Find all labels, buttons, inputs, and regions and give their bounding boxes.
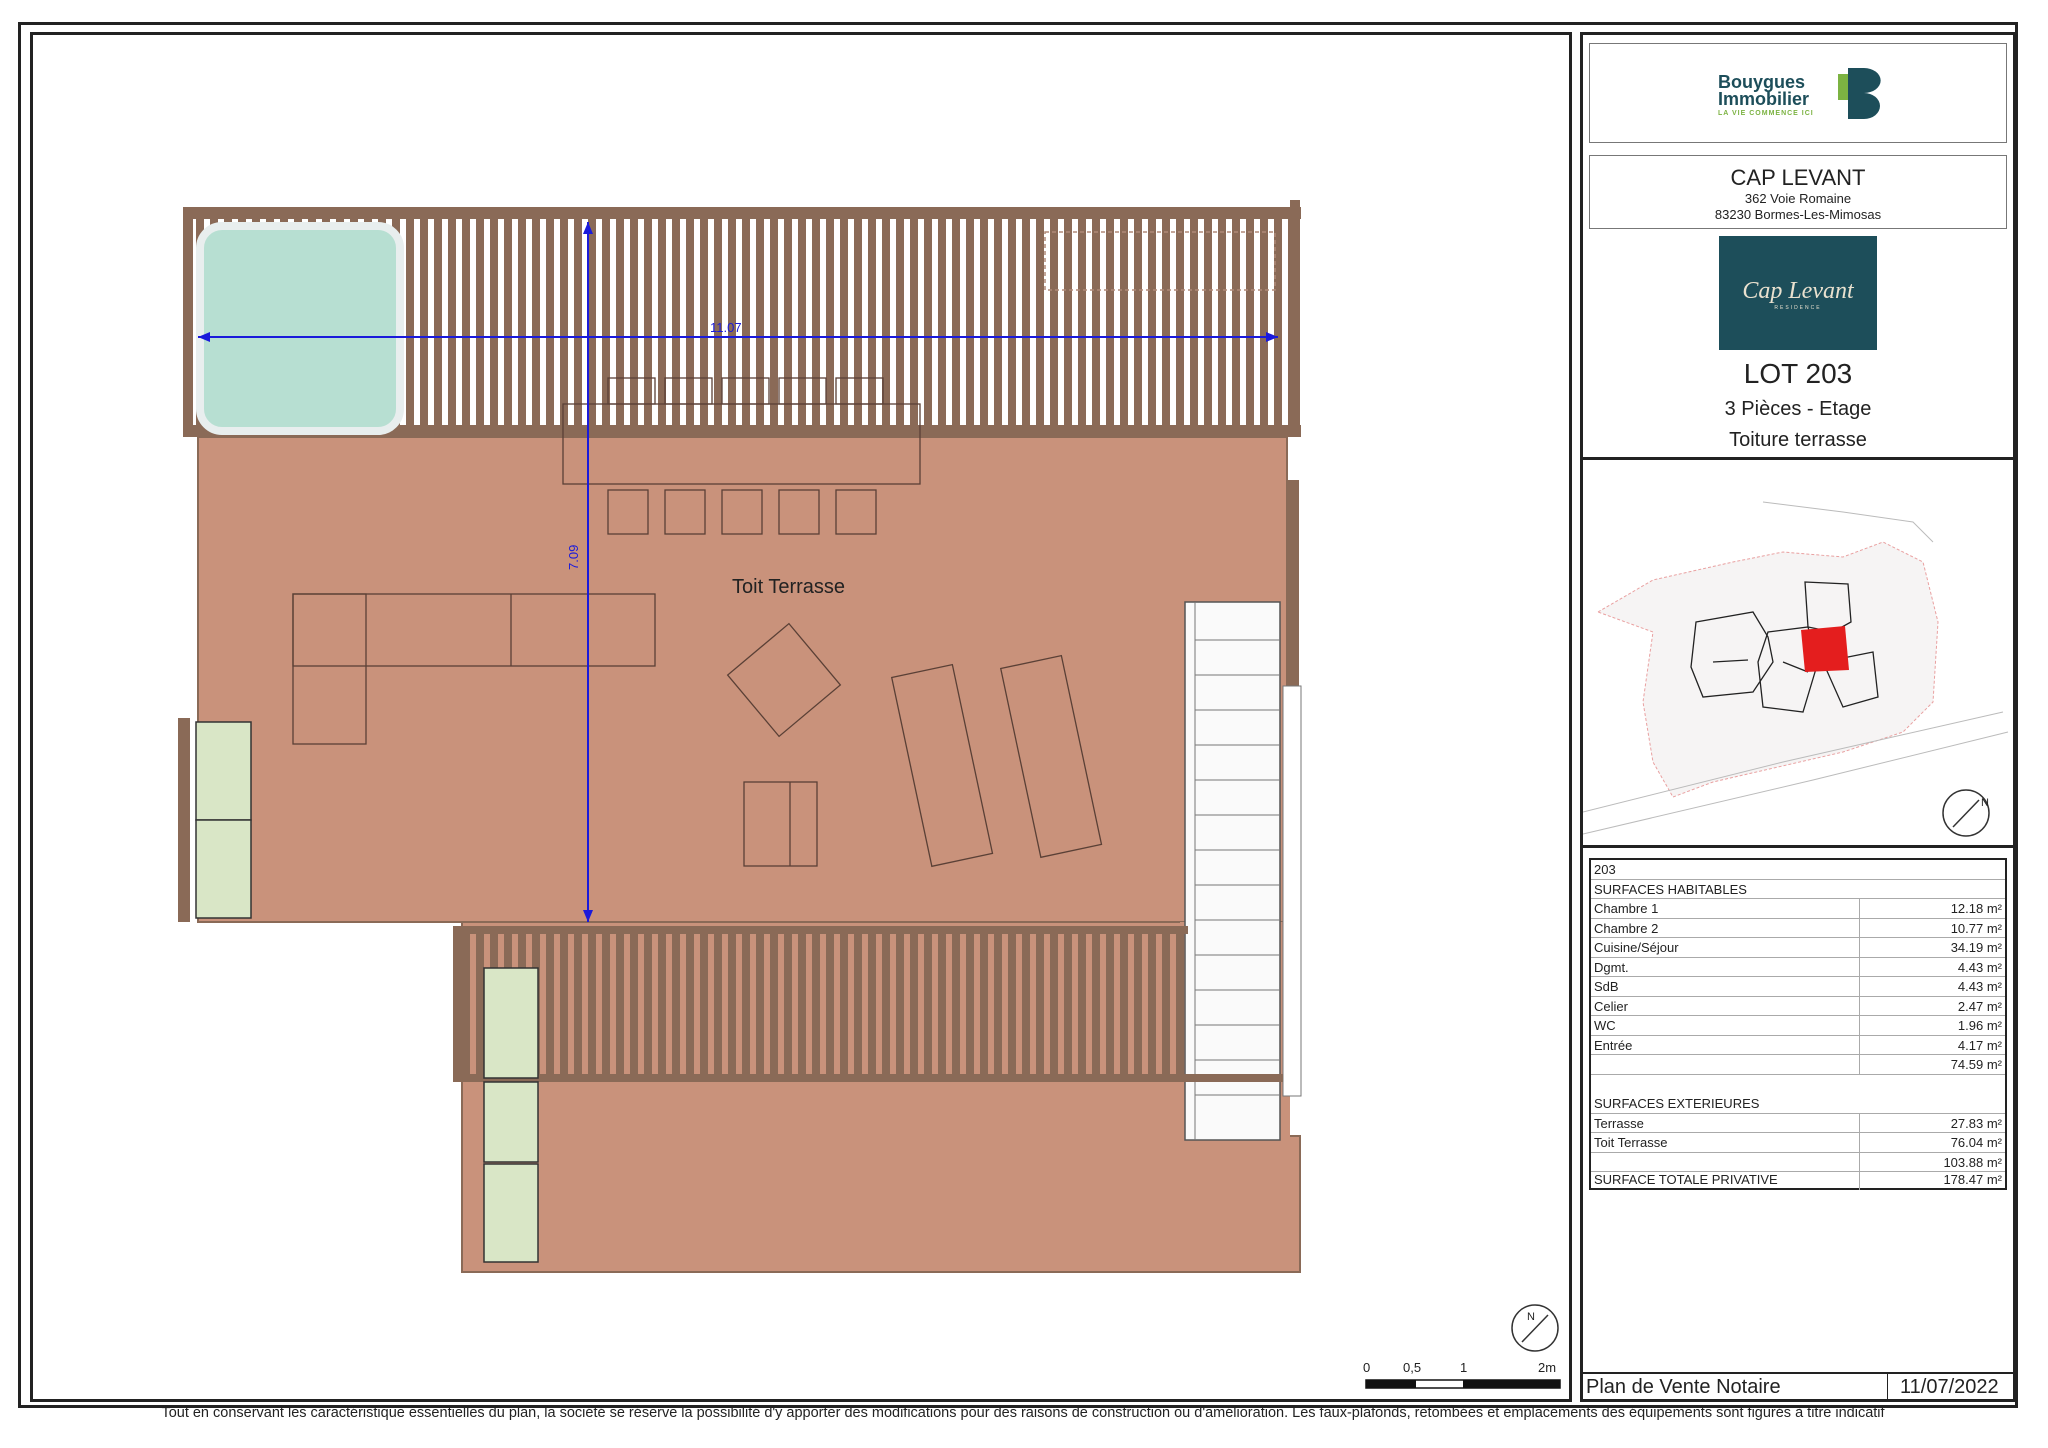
habitable-title: SURFACES HABITABLES [1594, 881, 1747, 897]
lot-info: LOT 203 3 Pièces - Etage Toiture terrass… [1580, 358, 2016, 452]
lot-type: 3 Pièces - Etage [1724, 398, 1872, 420]
brand-name-line2: Immobilier [1718, 89, 1810, 109]
surface-value: 4.17 m² [1957, 1037, 2002, 1053]
total-label: SURFACE TOTALE PRIVATIVE [1594, 1172, 1778, 1187]
table-row: Chambre 2 10.77 m² [1591, 918, 2005, 938]
document-title: Plan de Vente Notaire [1586, 1376, 1781, 1398]
lower-pergola [453, 926, 1188, 1080]
table-row: Terrasse 27.83 m² [1591, 1113, 2005, 1133]
surface-label: Dgmt. [1594, 959, 1629, 975]
roof-terrace-floor [197, 436, 1288, 923]
dimension-width-label: 11.07 [710, 320, 742, 335]
table-row: SURFACE TOTALE PRIVATIVE 178.47 m² [1591, 1170, 2005, 1190]
disclaimer-text: Tout en conservant les caractéristique e… [161, 1405, 1885, 1421]
document-title-bar: Plan de Vente Notaire 11/07/2022 [1580, 1372, 2016, 1402]
exterior-total: 103.88 m² [1943, 1154, 2002, 1170]
floor-plan [178, 200, 1561, 1389]
divider [1580, 457, 2016, 460]
dimension-depth-label: 7.09 [566, 544, 581, 570]
scale-label-half: 0,5 [1403, 1360, 1422, 1375]
brand-logo-box: Bouygues Immobilier LA VIE COMMENCE ICI [1589, 43, 2007, 143]
surface-value: 1.96 m² [1957, 1018, 2002, 1033]
surface-label: Toit Terrasse [1594, 1135, 1668, 1150]
document-date: 11/07/2022 [1900, 1376, 1999, 1398]
surface-value: 2.47 m² [1957, 998, 2002, 1014]
table-row: Celier 2.47 m² [1591, 996, 2005, 1016]
surface-label: Terrasse [1594, 1115, 1644, 1131]
project-name: CAP LEVANT [1730, 165, 1866, 190]
surface-label: Entrée [1594, 1037, 1633, 1053]
lot-number: 203 [1594, 862, 1616, 877]
brand-tagline: LA VIE COMMENCE ICI [1718, 110, 1814, 117]
plunge-pool [196, 222, 404, 435]
habitable-total: 74.59 m² [1950, 1057, 2002, 1072]
exterior-title: SURFACES EXTERIEURES [1594, 1096, 1760, 1111]
site-plan [1583, 501, 2009, 837]
scale-label-0: 0 [1363, 1360, 1371, 1375]
lot-level: Toiture terrasse [1729, 429, 1867, 451]
total-value: 178.47 m² [1943, 1172, 2002, 1187]
plan-north-label: N [1527, 1311, 1535, 1323]
surface-value: 4.43 m² [1957, 979, 2002, 994]
surface-label: Chambre 1 [1594, 901, 1659, 916]
surface-value: 76.04 m² [1950, 1135, 2002, 1150]
surface-value: 10.77 m² [1950, 920, 2002, 936]
surface-label: SdB [1594, 979, 1619, 994]
divider [1580, 845, 2016, 848]
table-row: Chambre 1 12.18 m² [1591, 899, 2005, 919]
table-row: SURFACES HABITABLES [1591, 880, 2005, 899]
left-planters [178, 718, 252, 922]
scale-label-1: 1 [1460, 1360, 1468, 1375]
surfaces-table: 203 SURFACES HABITABLES Chambre 1 12.18 m… [1589, 858, 2007, 1190]
lower-planters [483, 967, 539, 1263]
scale-bar [1365, 1379, 1561, 1389]
cap-levant-logo-subtext: RESIDENCE [1774, 305, 1822, 311]
table-row: SURFACES EXTERIEURES [1591, 1094, 2005, 1114]
project-address-box: CAP LEVANT 362 Voie Romaine 83230 Bormes… [1589, 155, 2007, 229]
table-row: 74.59 m² [1591, 1055, 2005, 1075]
cap-levant-logo-text: Cap Levant [1742, 278, 1854, 304]
table-row: Cuisine/Séjour 34.19 m² [1591, 938, 2005, 958]
scale-label-2m: 2m [1538, 1360, 1557, 1375]
lot-203-highlight [1801, 626, 1849, 672]
surface-label: Chambre 2 [1594, 920, 1659, 936]
bouygues-b-icon [1838, 68, 1881, 119]
surface-value: 4.43 m² [1957, 959, 2002, 975]
table-row: SdB 4.43 m² [1591, 977, 2005, 997]
table-row: Toit Terrasse 76.04 m² [1591, 1133, 2005, 1153]
surface-label: WC [1594, 1018, 1616, 1033]
table-row: Dgmt. 4.43 m² [1591, 957, 2005, 977]
surface-value: 34.19 m² [1950, 940, 2002, 955]
surface-value: 27.83 m² [1950, 1115, 2002, 1131]
surface-label: Celier [1594, 998, 1628, 1014]
lot-title: LOT 203 [1743, 358, 1853, 389]
table-row: Entrée 4.17 m² [1591, 1035, 2005, 1055]
room-label-toit-terrasse: Toit Terrasse [732, 576, 846, 598]
address-line1: 362 Voie Romaine [1744, 191, 1852, 206]
surface-label: Cuisine/Séjour [1594, 940, 1679, 955]
table-row: WC 1.96 m² [1591, 1016, 2005, 1036]
brand-logo: Bouygues Immobilier LA VIE COMMENCE ICI [1718, 73, 1814, 120]
cap-levant-logo: Cap Levant RESIDENCE [1719, 236, 1877, 350]
site-north-label: N [1981, 797, 1989, 809]
table-row: 203 [1591, 860, 2005, 880]
address-line2: 83230 Bormes-Les-Mimosas [1714, 207, 1882, 222]
surface-value: 12.18 m² [1950, 901, 2002, 916]
